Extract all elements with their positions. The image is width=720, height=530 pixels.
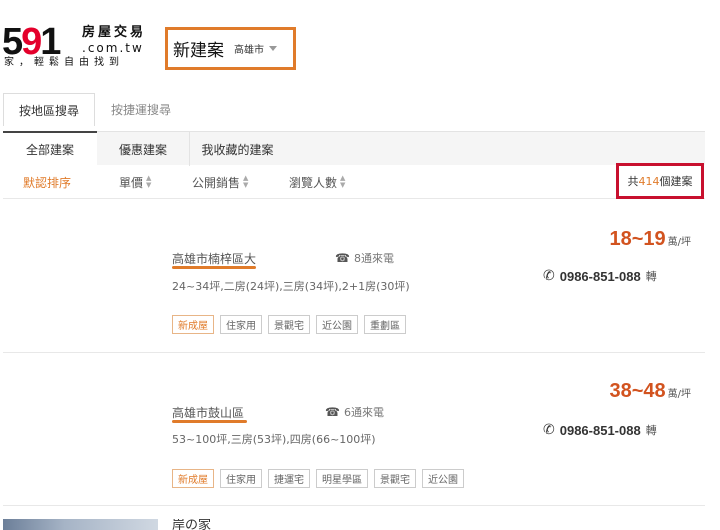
list-item[interactable]: 高雄市鼓山區 ☎ 6通來電 53~100坪,三房(53坪),四房(66~100坪… xyxy=(3,354,705,506)
tag: 景觀宅 xyxy=(268,315,310,334)
price-unit: 萬/坪 xyxy=(667,389,691,400)
result-count-number: 414 xyxy=(638,174,660,188)
tab-search-by-mrt[interactable]: 按捷運搜尋 xyxy=(95,93,187,126)
logo-digits: 591 xyxy=(2,21,61,63)
result-count: 共 414 個建案 xyxy=(616,163,704,199)
tab-my-favorites[interactable]: 我收藏的建案 xyxy=(189,132,285,166)
listing-calls: ☎ 8通來電 xyxy=(335,251,394,265)
listing-price: 18~19 萬/坪 xyxy=(609,228,691,251)
phone-icon: ✆ xyxy=(543,268,555,284)
listing-calls: ☎ 6通來電 xyxy=(325,405,384,419)
listing-contact: ✆ 0986-851-088 轉 xyxy=(543,268,657,284)
sort-unit-price-label: 單價 xyxy=(119,175,144,190)
address-underline xyxy=(172,420,247,423)
tag: 新成屋 xyxy=(172,469,214,488)
listing-tags: 新成屋 住家用 捷運宅 明星學區 景觀宅 近公園 xyxy=(172,469,464,488)
search-mode-tabs: 按地區搜尋 按捷運搜尋 xyxy=(3,93,187,126)
city-dropdown-label: 高雄市 xyxy=(234,45,264,56)
sort-views-label: 瀏覽人數 xyxy=(289,175,338,190)
tag: 近公園 xyxy=(316,315,358,334)
tag: 捷運宅 xyxy=(268,469,310,488)
phone-icon: ✆ xyxy=(543,422,555,438)
phone-icon: ☎ xyxy=(325,405,340,419)
city-dropdown[interactable]: 高雄市 xyxy=(234,41,277,56)
tab-search-by-area[interactable]: 按地區搜尋 xyxy=(3,93,95,126)
section-title: 新建案 xyxy=(173,41,224,61)
site-logo[interactable]: 591 房屋交易 .com.tw 家，輕鬆自由找到 xyxy=(2,20,162,70)
tag: 新成屋 xyxy=(172,315,214,334)
logo-brand-text: 房屋交易 xyxy=(82,25,147,40)
listing-description: 53~100坪,三房(53坪),四房(66~100坪) xyxy=(172,433,376,446)
listing-tags: 新成屋 住家用 景觀宅 近公園 重劃區 xyxy=(172,315,406,334)
price-unit: 萬/坪 xyxy=(667,237,691,248)
sort-arrows-icon: ▲ ▼ xyxy=(146,174,152,189)
listing-address[interactable]: 高雄市鼓山區 xyxy=(172,404,244,421)
sort-public-sale[interactable]: 公開銷售 ▲ ▼ xyxy=(192,165,248,199)
tag: 近公園 xyxy=(422,469,464,488)
contact-ext: 轉 xyxy=(645,270,657,283)
contact-ext: 轉 xyxy=(645,424,657,437)
sort-views[interactable]: 瀏覽人數 ▲ ▼ xyxy=(289,165,345,199)
listing-thumbnail[interactable] xyxy=(3,519,158,530)
address-underline xyxy=(172,266,256,269)
price-value: 38~48 xyxy=(609,380,666,402)
logo-domain: .com.tw xyxy=(82,41,144,55)
sort-arrows-icon: ▲ ▼ xyxy=(340,174,346,189)
sort-arrows-icon: ▲ ▼ xyxy=(243,174,249,189)
contact-phone[interactable]: 0986-851-088 xyxy=(560,269,641,284)
listing-price: 38~48 萬/坪 xyxy=(609,380,691,403)
tag: 重劃區 xyxy=(364,315,406,334)
section-city-selector: 新建案 高雄市 xyxy=(165,27,296,70)
tag: 住家用 xyxy=(220,315,262,334)
sort-unit-price[interactable]: 單價 ▲ ▼ xyxy=(119,165,151,199)
listing-description: 24~34坪,二房(24坪),三房(34坪),2+1房(30坪) xyxy=(172,280,410,293)
tag: 住家用 xyxy=(220,469,262,488)
tab-discount-projects[interactable]: 優惠建案 xyxy=(97,132,189,166)
category-tabs: 全部建案 優惠建案 我收藏的建案 xyxy=(3,131,705,166)
logo-slogan: 家，輕鬆自由找到 xyxy=(4,57,124,68)
tag: 明星學區 xyxy=(316,469,368,488)
chevron-down-icon xyxy=(269,46,277,51)
listing-contact: ✆ 0986-851-088 轉 xyxy=(543,422,657,438)
listing-address[interactable]: 高雄市楠梓區大 xyxy=(172,250,256,267)
tab-all-projects[interactable]: 全部建案 xyxy=(3,131,97,166)
sort-bar: 默認排序 單價 ▲ ▼ 公開銷售 ▲ ▼ 瀏覽人數 ▲ ▼ xyxy=(3,165,705,199)
sort-default[interactable]: 默認排序 xyxy=(23,165,71,199)
listing-title[interactable]: 岸の家 xyxy=(172,519,211,530)
contact-phone[interactable]: 0986-851-088 xyxy=(560,423,641,438)
tag: 景觀宅 xyxy=(374,469,416,488)
sort-public-sale-label: 公開銷售 xyxy=(192,175,241,190)
phone-icon: ☎ xyxy=(335,251,350,265)
sort-default-label: 默認排序 xyxy=(23,175,72,190)
price-value: 18~19 xyxy=(609,228,666,250)
list-item[interactable]: 高雄市楠梓區大 ☎ 8通來電 24~34坪,二房(24坪),三房(34坪),2+… xyxy=(3,200,705,353)
